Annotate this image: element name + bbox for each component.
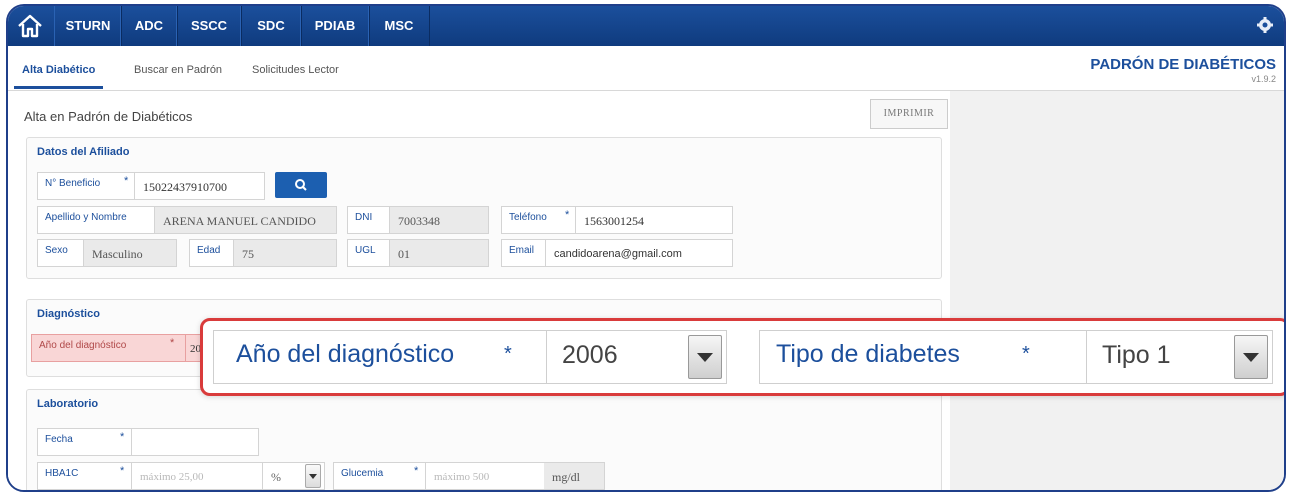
app-title-text: PADRÓN DE DIABÉTICOS	[1090, 56, 1276, 73]
laboratorio-heading: Laboratorio	[37, 398, 99, 410]
nav-tab-msc[interactable]: MSC	[368, 6, 430, 46]
sexo-label: Sexo	[38, 240, 84, 266]
dni-field: DNI 7003348	[347, 206, 489, 234]
dni-label: DNI	[348, 207, 390, 233]
fecha-field[interactable]: Fecha *	[37, 428, 259, 456]
fecha-input[interactable]	[132, 429, 258, 455]
afiliado-heading: Datos del Afiliado	[37, 146, 130, 158]
tab-buscar-en-padron[interactable]: Buscar en Padrón	[134, 64, 222, 76]
app-version: v1.9.2	[1251, 74, 1276, 84]
nombre-label: Apellido y Nombre	[38, 207, 155, 233]
edad-label: Edad	[190, 240, 234, 266]
zoom-anio-value[interactable]: 2006	[562, 341, 618, 370]
beneficio-input[interactable]: 15022437910700	[135, 173, 264, 199]
tab-alta-diabetico[interactable]: Alta Diabético	[13, 64, 104, 89]
glucemia-unit: mg/dl	[544, 463, 604, 489]
telefono-label: Teléfono *	[502, 207, 576, 233]
hba1c-label: HBA1C *	[38, 463, 132, 489]
zoom-tipo-divider	[1086, 331, 1087, 383]
search-icon	[295, 179, 307, 191]
edad-field: Edad 75	[189, 239, 337, 267]
glucemia-label: Glucemia *	[334, 463, 426, 489]
zoom-tipo-value[interactable]: Tipo 1	[1102, 341, 1171, 370]
hba1c-unit: %	[262, 463, 302, 489]
zoom-anio-label: Año del diagnóstico	[236, 340, 455, 368]
dni-value: 7003348	[390, 207, 488, 233]
sexo-field: Sexo Masculino	[37, 239, 177, 267]
search-button[interactable]	[275, 172, 327, 198]
email-label: Email	[502, 240, 546, 266]
gear-icon[interactable]	[1256, 16, 1274, 34]
anio-diagnostico-label: Año del diagnóstico *	[32, 335, 186, 361]
zoom-tipo-label: Tipo de diabetes	[776, 340, 960, 368]
nav-tab-sturn[interactable]: STURN	[54, 6, 122, 46]
zoom-anio-required: *	[504, 343, 512, 365]
app-title: PADRÓN DE DIABÉTICOS v1.9.2	[1090, 56, 1276, 84]
fecha-label: Fecha *	[38, 429, 132, 455]
nav-tab-sscc[interactable]: SSCC	[176, 6, 242, 46]
email-field[interactable]: Email candidoarena@gmail.com	[501, 239, 733, 267]
nav-tab-pdiab[interactable]: PDIAB	[300, 6, 370, 46]
zoom-callout: Año del diagnóstico * 2006 Tipo de diabe…	[200, 318, 1284, 396]
hba1c-input[interactable]: máximo 25,00	[132, 463, 262, 489]
glucemia-field[interactable]: Glucemia * máximo 500 mg/dl	[333, 462, 605, 490]
top-nav-bar: STURN ADC SSCC SDC PDIAB MSC	[8, 6, 1284, 46]
telefono-field[interactable]: Teléfono * 1563001254	[501, 206, 733, 234]
zoom-anio-divider	[546, 331, 547, 383]
zoom-anio-field[interactable]: Año del diagnóstico * 2006	[213, 330, 727, 384]
page-title: Alta en Padrón de Diabéticos	[24, 109, 193, 124]
main-content: Alta en Padrón de Diabéticos IMPRIMIR Da…	[8, 91, 950, 490]
telefono-input[interactable]: 1563001254	[576, 207, 732, 233]
chevron-down-icon[interactable]	[305, 464, 321, 488]
edad-value: 75	[234, 240, 336, 266]
diagnostico-heading: Diagnóstico	[37, 308, 100, 320]
home-icon[interactable]	[16, 12, 44, 40]
print-button[interactable]: IMPRIMIR	[870, 99, 948, 129]
afiliado-panel: Datos del Afiliado N° Beneficio * 1502243…	[26, 137, 942, 279]
zoom-tipo-required: *	[1022, 343, 1030, 365]
ugl-field: UGL 01	[347, 239, 489, 267]
hba1c-field[interactable]: HBA1C * máximo 25,00 %	[37, 462, 325, 490]
tab-solicitudes-lector[interactable]: Solicitudes Lector	[252, 64, 339, 76]
sub-nav-bar: Alta Diabético Buscar en Padrón Solicitu…	[8, 46, 1284, 91]
sexo-value: Masculino	[84, 240, 176, 266]
beneficio-field[interactable]: N° Beneficio * 15022437910700	[37, 172, 265, 200]
zoom-tipo-field[interactable]: Tipo de diabetes * Tipo 1	[759, 330, 1273, 384]
chevron-down-icon[interactable]	[688, 335, 722, 379]
anio-diagnostico-field[interactable]: Año del diagnóstico * 20	[31, 334, 213, 362]
app-window: STURN ADC SSCC SDC PDIAB MSC Alta Diabét…	[6, 4, 1286, 492]
nombre-field: Apellido y Nombre ARENA MANUEL CANDIDO	[37, 206, 337, 234]
beneficio-label: N° Beneficio *	[38, 173, 135, 199]
nav-tab-adc[interactable]: ADC	[120, 6, 178, 46]
ugl-label: UGL	[348, 240, 390, 266]
nombre-value: ARENA MANUEL CANDIDO	[155, 207, 336, 233]
laboratorio-panel: Laboratorio Fecha * HBA1C * máximo 25,00 %…	[26, 389, 942, 490]
chevron-down-icon[interactable]	[1234, 335, 1268, 379]
email-input[interactable]: candidoarena@gmail.com	[546, 240, 732, 266]
glucemia-input[interactable]: máximo 500	[426, 463, 544, 489]
ugl-value: 01	[390, 240, 488, 266]
nav-tab-sdc[interactable]: SDC	[240, 6, 302, 46]
